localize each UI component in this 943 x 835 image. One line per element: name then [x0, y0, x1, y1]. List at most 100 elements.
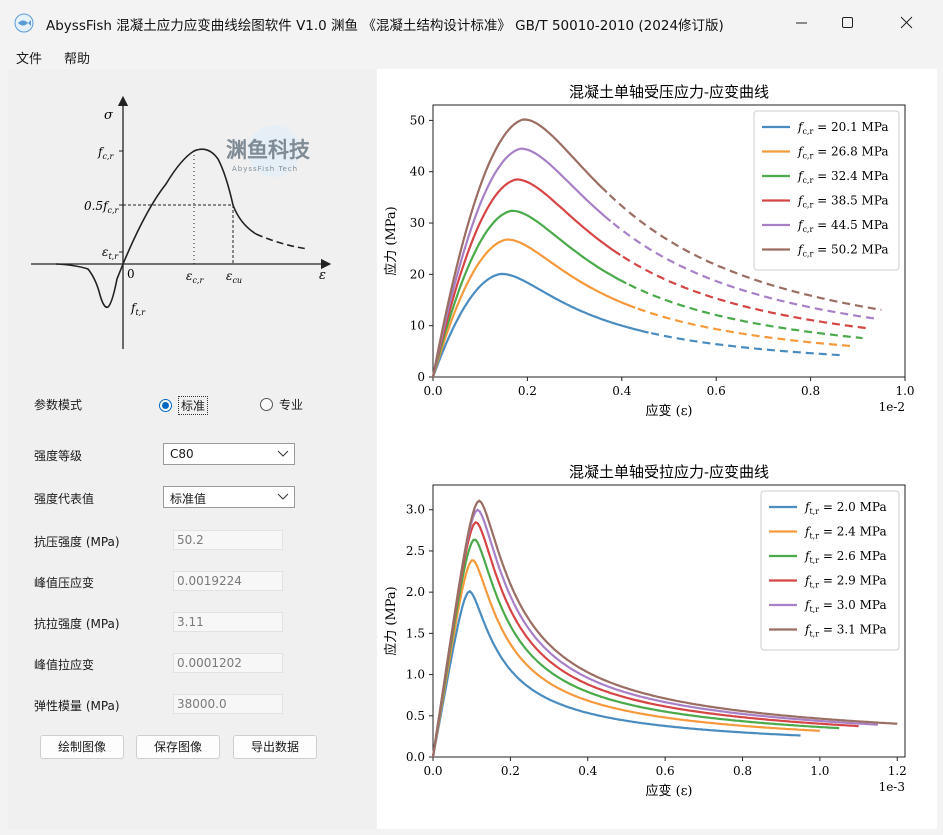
close-button[interactable]	[884, 0, 930, 46]
y-tick-label: 2.5	[406, 544, 425, 558]
stress-strain-schematic: σ fc,r 0.5fc,r εt,r 0 εc,r εcu ε ft,r 渊鱼…	[31, 95, 332, 349]
x-tick-label: 0.6	[656, 764, 675, 778]
y-tick-label: 0	[417, 370, 425, 384]
rep-select[interactable]: 标准值	[163, 486, 295, 508]
mode-standard-radio[interactable]: 标准	[159, 396, 209, 415]
app-fish-icon	[14, 13, 34, 33]
radio-unchecked-icon	[260, 398, 273, 411]
y-axis-label: 应力 (MPa)	[383, 586, 399, 656]
minimize-button[interactable]	[779, 0, 825, 46]
x-offset-label: 1e-2	[879, 400, 905, 414]
x-tick-label: 0.8	[801, 384, 820, 398]
mode-label: 参数模式	[34, 398, 83, 412]
diagram-fc-label: fc,r	[97, 145, 114, 161]
save-button[interactable]: 保存图像	[136, 735, 220, 759]
grade-select[interactable]: C80	[163, 443, 295, 465]
x-tick-label: 0.8	[733, 764, 752, 778]
y-tick-label: 40	[410, 165, 425, 179]
ft-label: 抗拉强度 (MPa)	[34, 617, 120, 631]
chevron-down-icon	[277, 493, 289, 500]
x-tick-label: 0.2	[518, 384, 537, 398]
chevron-down-icon	[277, 450, 289, 457]
y-tick-label: 0.5	[406, 709, 425, 723]
ft-field[interactable]: 3.11	[173, 612, 283, 632]
title-bar[interactable]: AbyssFish 混凝土应力应变曲线绘图软件 V1.0 渊鱼 《混凝土结构设计…	[0, 0, 943, 46]
diagram-sigma-label: σ	[104, 108, 114, 123]
chart-panel: 混凝土单轴受压应力-应变曲线 0.0 0.2 0.4 0.6 0.8 1.0 0 10 20 30 4…	[377, 69, 937, 829]
rep-label: 强度代表值	[34, 492, 95, 506]
compression-chart: 混凝土单轴受压应力-应变曲线 0.0 0.2 0.4 0.6 0.8 1.0 0 10 20 30 4…	[383, 83, 915, 419]
diagram-eps-t-label: εt,r	[102, 245, 119, 261]
eps-c-label: 峰值压应变	[34, 576, 95, 590]
window-title: AbyssFish 混凝土应力应变曲线绘图软件 V1.0 渊鱼 《混凝土结构设计…	[46, 18, 724, 34]
x-tick-label: 1.2	[888, 764, 907, 778]
svg-text:渊鱼科技: 渊鱼科技	[226, 138, 311, 162]
rep-value: 标准值	[170, 492, 207, 506]
series-line-dashed	[637, 307, 854, 348]
maximize-icon	[842, 17, 853, 28]
x-tick-label: 1.0	[895, 384, 914, 398]
mode-pro-radio[interactable]: 专业	[260, 396, 303, 413]
series-line-dashed	[650, 332, 844, 357]
maximize-button[interactable]	[825, 0, 871, 46]
eps-t-field[interactable]: 0.0001202	[173, 653, 283, 673]
diagram-eps-cu-label: εcu	[226, 269, 242, 285]
x-tick-label: 0.0	[423, 764, 442, 778]
menu-help[interactable]: 帮助	[64, 48, 90, 67]
modulus-label: 弹性模量 (MPa)	[34, 699, 120, 713]
x-tick-label: 0.0	[423, 384, 442, 398]
x-tick-label: 0.4	[578, 764, 597, 778]
y-tick-label: 0.0	[406, 750, 425, 764]
diagram-softening-dashed	[255, 233, 309, 250]
menu-bar: 文件 帮助	[0, 46, 943, 68]
menu-file[interactable]: 文件	[16, 48, 42, 67]
x-tick-label: 0.4	[612, 384, 631, 398]
x-axis-label: 应变 (ε)	[645, 783, 692, 799]
y-tick-label: 1.5	[406, 626, 425, 640]
close-icon	[900, 16, 913, 29]
diagram-half-fc-label: 0.5fc,r	[84, 199, 120, 215]
x-tick-label: 1.0	[810, 764, 829, 778]
chart-title: 混凝土单轴受拉应力-应变曲线	[569, 463, 769, 481]
y-tick-label: 50	[410, 113, 425, 127]
parameter-panel: σ fc,r 0.5fc,r εt,r 0 εc,r εcu ε ft,r 渊鱼…	[8, 69, 377, 829]
y-tick-label: 10	[410, 319, 425, 333]
fc-field[interactable]: 50.2	[173, 530, 283, 550]
radio-checked-icon	[159, 399, 172, 412]
chart-title: 混凝土单轴受压应力-应变曲线	[569, 83, 769, 101]
eps-c-field[interactable]: 0.0019224	[173, 571, 283, 591]
grade-value: C80	[170, 447, 194, 461]
abyssfish-logo: 渊鱼科技 AbyssFish Tech	[226, 125, 311, 177]
series-line-solid	[431, 178, 621, 378]
diagram-tension-curve	[55, 263, 124, 309]
grade-label: 强度等级	[34, 449, 83, 463]
mode-standard-label: 标准	[178, 396, 209, 415]
x-axis-label: 应变 (ε)	[645, 403, 692, 419]
diagram-ft-label: ft,r	[130, 301, 146, 317]
diagram-origin-label: 0	[127, 267, 135, 281]
modulus-field[interactable]: 38000.0	[173, 694, 283, 714]
series-line	[431, 589, 801, 758]
diagram-eps-axis-label: ε	[319, 268, 326, 283]
x-tick-label: 0.6	[707, 384, 726, 398]
y-tick-label: 1.0	[406, 668, 425, 682]
minimize-icon	[796, 22, 807, 24]
series-line-solid	[431, 147, 612, 378]
diagram-eps-c-label: εc,r	[186, 269, 204, 285]
export-button[interactable]: 导出数据	[233, 735, 317, 759]
y-tick-label: 30	[410, 216, 425, 230]
draw-button[interactable]: 绘制图像	[40, 735, 124, 759]
fc-label: 抗压强度 (MPa)	[34, 535, 120, 549]
y-axis-label: 应力 (MPa)	[383, 206, 399, 276]
y-tick-label: 3.0	[406, 503, 425, 517]
series-line-solid	[431, 118, 608, 378]
x-offset-label: 1e-3	[879, 780, 905, 794]
eps-t-label: 峰值拉应变	[34, 658, 95, 672]
x-tick-label: 0.2	[501, 764, 520, 778]
tension-chart: 混凝土单轴受拉应力-应变曲线 0.0 0.2 0.4 0.6 0.8 1.0 1.2 0.0 0.…	[383, 463, 907, 799]
y-tick-label: 20	[410, 267, 425, 281]
svg-text:AbyssFish Tech: AbyssFish Tech	[232, 165, 298, 173]
y-tick-label: 2.0	[406, 585, 425, 599]
mode-pro-label: 专业	[279, 398, 304, 412]
app-window: AbyssFish 混凝土应力应变曲线绘图软件 V1.0 渊鱼 《混凝土结构设计…	[0, 0, 943, 835]
